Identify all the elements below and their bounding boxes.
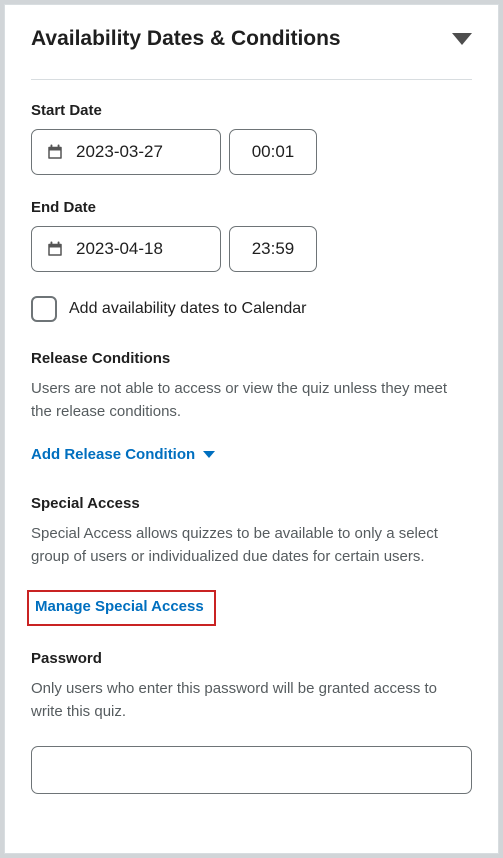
collapse-toggle-icon[interactable]: [452, 33, 472, 45]
add-release-condition-label: Add Release Condition: [31, 446, 195, 463]
special-access-heading: Special Access: [31, 495, 472, 512]
calendar-icon: [46, 143, 64, 161]
end-time-input[interactable]: 23:59: [229, 226, 317, 272]
end-date-section: End Date 2023-04-18 23:59: [31, 199, 472, 272]
manage-special-access-highlight: Manage Special Access: [27, 590, 216, 626]
release-conditions-section: Release Conditions Users are not able to…: [31, 350, 472, 491]
password-help: Only users who enter this password will …: [31, 677, 472, 724]
special-access-section: Special Access Special Access allows qui…: [31, 495, 472, 647]
calendar-checkbox-row: Add availability dates to Calendar: [31, 296, 472, 322]
end-date-input[interactable]: 2023-04-18: [31, 226, 221, 272]
end-date-row: 2023-04-18 23:59: [31, 226, 472, 272]
end-date-value: 2023-04-18: [76, 239, 163, 259]
start-date-value: 2023-03-27: [76, 142, 163, 162]
password-heading: Password: [31, 650, 472, 667]
start-time-input[interactable]: 00:01: [229, 129, 317, 175]
calendar-checkbox-label: Add availability dates to Calendar: [69, 300, 306, 318]
start-date-label: Start Date: [31, 102, 472, 119]
calendar-checkbox[interactable]: [31, 296, 57, 322]
chevron-down-icon: [203, 451, 215, 458]
password-input[interactable]: [31, 746, 472, 794]
password-section: Password Only users who enter this passw…: [31, 650, 472, 794]
end-time-value: 23:59: [252, 239, 295, 259]
start-date-input[interactable]: 2023-03-27: [31, 129, 221, 175]
start-date-section: Start Date 2023-03-27 00:01: [31, 102, 472, 175]
panel-header: Availability Dates & Conditions: [31, 27, 472, 80]
availability-panel: Availability Dates & Conditions Start Da…: [4, 4, 499, 854]
calendar-icon: [46, 240, 64, 258]
release-conditions-help: Users are not able to access or view the…: [31, 377, 472, 424]
add-release-condition-button[interactable]: Add Release Condition: [31, 446, 215, 463]
release-conditions-heading: Release Conditions: [31, 350, 472, 367]
end-date-label: End Date: [31, 199, 472, 216]
manage-special-access-button[interactable]: Manage Special Access: [35, 598, 204, 615]
start-time-value: 00:01: [252, 142, 295, 162]
special-access-help: Special Access allows quizzes to be avai…: [31, 522, 472, 569]
panel-title: Availability Dates & Conditions: [31, 27, 341, 51]
start-date-row: 2023-03-27 00:01: [31, 129, 472, 175]
